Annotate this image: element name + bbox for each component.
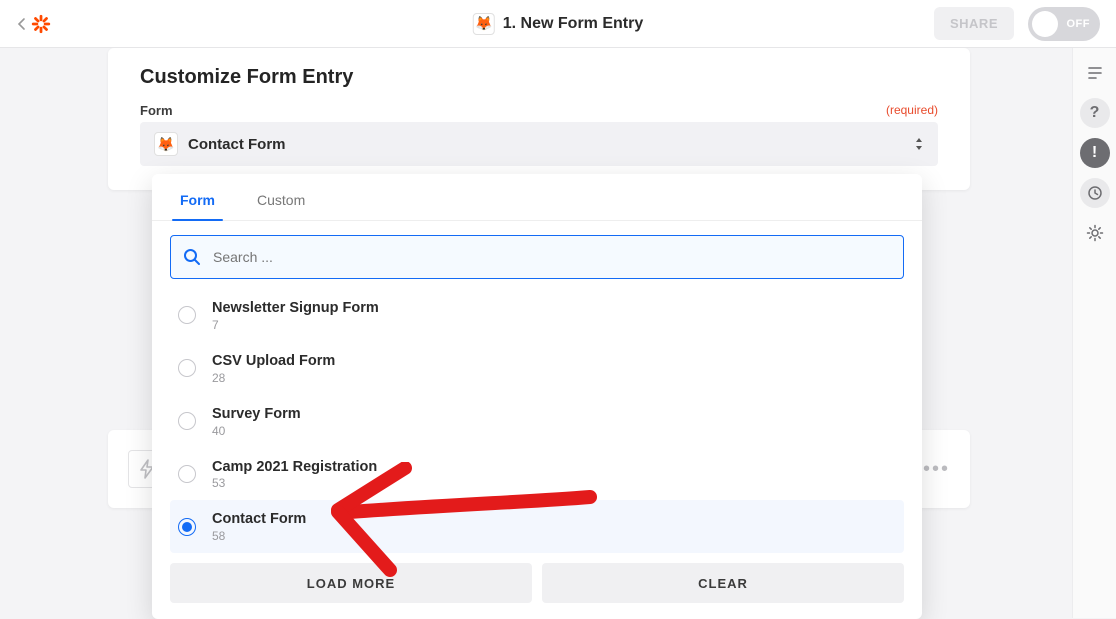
option-id: 7 — [212, 318, 379, 332]
option-label: Newsletter Signup Form — [212, 299, 379, 318]
app-icon: 🦊 — [473, 13, 495, 35]
app-icon-emoji: 🦊 — [475, 15, 492, 32]
sort-icon — [914, 137, 924, 151]
clear-button[interactable]: CLEAR — [542, 563, 904, 603]
search-icon — [182, 247, 202, 267]
option-id: 40 — [212, 424, 301, 438]
option-label: CSV Upload Form — [212, 352, 335, 371]
dropdown-tabs: Form Custom — [152, 174, 922, 221]
zapier-logo-icon — [30, 13, 52, 35]
radio-icon — [178, 412, 196, 430]
option-id: 28 — [212, 371, 335, 385]
chevron-left-icon — [16, 17, 28, 31]
configure-panel: Customize Form Entry Form (required) 🦊 C… — [108, 48, 970, 190]
option-id: 58 — [212, 529, 306, 543]
right-rail: ? ! — [1072, 48, 1116, 618]
alert-icon[interactable]: ! — [1080, 138, 1110, 168]
search-input[interactable] — [170, 235, 904, 279]
radio-icon — [178, 465, 196, 483]
back-button[interactable] — [16, 13, 52, 35]
option-survey-form[interactable]: Survey Form 40 — [170, 395, 904, 448]
radio-icon — [178, 359, 196, 377]
help-icon[interactable]: ? — [1080, 98, 1110, 128]
toggle-knob — [1032, 11, 1058, 37]
radio-icon — [178, 518, 196, 536]
toggle-label: OFF — [1067, 18, 1091, 30]
notes-icon[interactable] — [1080, 58, 1110, 88]
option-newsletter-signup[interactable]: Newsletter Signup Form 7 — [170, 289, 904, 342]
option-csv-upload[interactable]: CSV Upload Form 28 — [170, 342, 904, 395]
tab-custom[interactable]: Custom — [249, 186, 313, 220]
settings-icon[interactable] — [1080, 218, 1110, 248]
option-contact-form[interactable]: Contact Form 58 — [170, 500, 904, 553]
more-icon[interactable]: ••• — [923, 458, 950, 481]
load-more-button[interactable]: LOAD MORE — [170, 563, 532, 603]
option-camp-2021[interactable]: Camp 2021 Registration 53 — [170, 448, 904, 501]
form-select[interactable]: 🦊 Contact Form — [140, 122, 938, 166]
form-select-value: Contact Form — [188, 136, 286, 153]
app-icon: 🦊 — [154, 132, 178, 156]
history-icon[interactable] — [1080, 178, 1110, 208]
form-field-label: Form — [140, 103, 173, 118]
option-label: Contact Form — [212, 510, 306, 529]
page-title-group: 🦊 1. New Form Entry — [473, 13, 643, 35]
option-label: Camp 2021 Registration — [212, 458, 377, 477]
page-title: 1. New Form Entry — [503, 15, 643, 33]
radio-icon — [178, 306, 196, 324]
top-bar: 🦊 1. New Form Entry SHARE OFF — [0, 0, 1116, 48]
dropdown-options: Newsletter Signup Form 7 CSV Upload Form… — [152, 285, 922, 553]
publish-toggle[interactable]: OFF — [1028, 7, 1100, 41]
option-label: Survey Form — [212, 405, 301, 424]
tab-form[interactable]: Form — [172, 186, 223, 220]
option-id: 53 — [212, 476, 377, 490]
section-title: Customize Form Entry — [140, 66, 938, 89]
required-label: (required) — [886, 103, 938, 118]
form-dropdown: Form Custom Newsletter Signup Form 7 CSV… — [152, 174, 922, 619]
share-button[interactable]: SHARE — [934, 7, 1014, 40]
